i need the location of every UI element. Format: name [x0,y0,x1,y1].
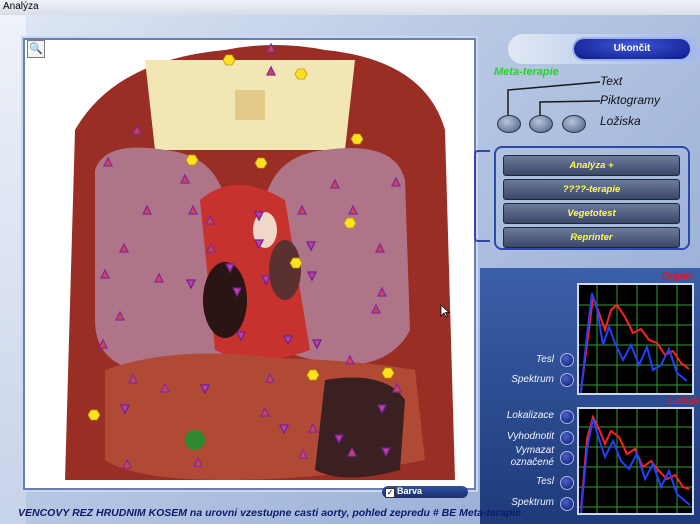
inverted-triangle-marker-icon [119,211,392,458]
barva-label: Barva [397,486,423,496]
option-lesions-label: Ložiska [600,114,641,128]
option-lesions-toggle[interactable] [562,115,586,133]
organ-panel-title: Orgán [662,271,692,282]
evaluate-label: Vyhodnotit [506,431,554,442]
image-caption: VENCOVY REZ HRUDNIM KOSEM na urovni vzes… [18,507,521,519]
mouse-cursor-icon [440,304,450,318]
organ-spectrum-label: Spektrum [511,374,554,385]
lesion-panel-title: Ložisk [668,396,700,407]
lesion-graph-plot [579,409,692,514]
lesion-spectrum-button[interactable] [560,497,574,511]
lesion-test-button[interactable] [560,476,574,490]
option-text-toggle[interactable] [497,115,521,133]
exit-button[interactable]: Ukončit [574,39,690,59]
organ-spectrum-button[interactable] [560,373,574,387]
organ-test-label: Tesl [536,354,554,365]
anatomy-image-viewer[interactable] [23,38,476,490]
lesion-spectrum-label: Spektrum [511,497,554,508]
window-titlebar: Analýza [0,0,700,16]
option-text-label: Text [600,74,623,88]
hexagon-marker-icon [87,54,395,421]
localization-label: Lokalizace [506,410,554,421]
localization-button[interactable] [560,410,574,424]
marker-overlay [87,42,403,469]
reprinter-button[interactable]: Reprinter [503,227,680,248]
analysis-plus-button[interactable]: Analýza + [503,155,680,176]
vegetotest-button[interactable]: Vegetotest [503,203,680,224]
delete-marked-button[interactable] [560,451,574,465]
barva-toggle[interactable]: ✓ Barva [382,486,468,498]
lesion-spectrum-graph [577,407,694,515]
delete-marked-label: Vymazat označené [510,445,554,468]
option-pictograms-label: Piktogramy [600,93,661,107]
option-pictograms-toggle[interactable] [529,115,553,133]
organ-test-button[interactable] [560,353,574,367]
triangle-marker-icon [97,42,403,469]
therapy-button[interactable]: ????-terapie [503,179,680,200]
evaluate-button[interactable] [560,431,574,445]
window-title: Analýza [3,1,39,12]
organ-graph-plot [579,285,692,394]
magnifier-icon[interactable]: 🔍 [27,40,45,58]
lesion-test-label: Tesl [536,476,554,487]
organ-spectrum-graph [577,283,694,395]
checkbox-icon[interactable]: ✓ [385,488,395,498]
menu-bracket-left [474,150,490,242]
